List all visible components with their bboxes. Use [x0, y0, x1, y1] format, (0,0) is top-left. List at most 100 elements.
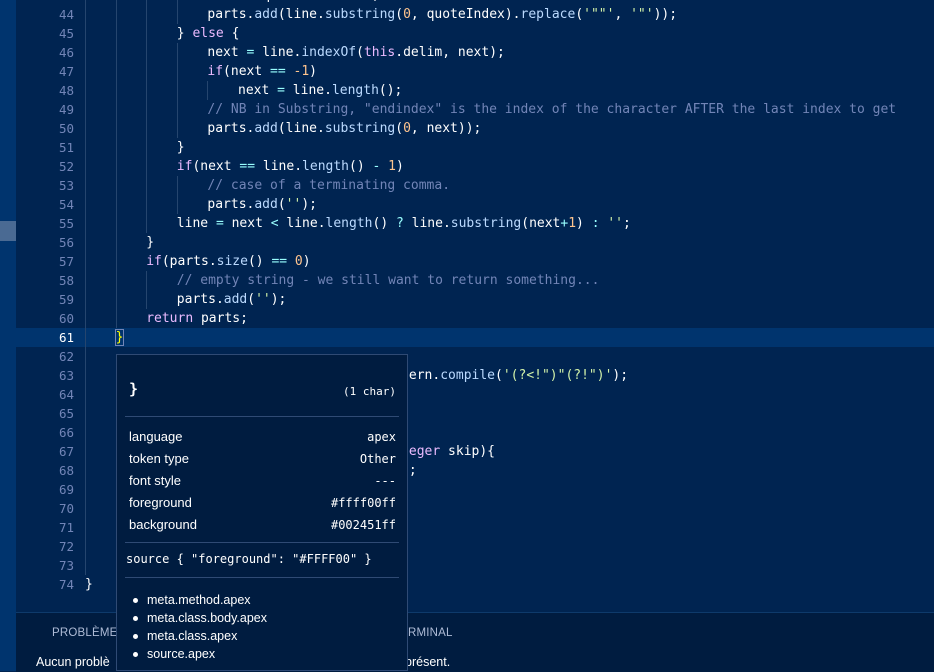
line-number: 52 [58, 159, 74, 174]
tab-terminal[interactable]: RMINAL [408, 627, 453, 639]
code-line[interactable]: 50 parts.add(line.substring(0, next)); [16, 119, 934, 138]
code-line[interactable]: 61} [16, 328, 934, 347]
line-number: 46 [58, 45, 74, 60]
indent-guide [207, 81, 209, 100]
indent-guide [115, 138, 117, 157]
indent-guide [146, 5, 148, 24]
code-text: next = line.length(); [238, 83, 403, 98]
indent-guide [85, 461, 86, 480]
indent-guide [146, 24, 148, 43]
indent-guide [85, 404, 86, 423]
code-line[interactable]: 45 } else { [16, 24, 934, 43]
indent-guide [85, 442, 86, 461]
indent-guide [115, 252, 117, 271]
tab-problems[interactable]: PROBLÈMES [52, 627, 125, 639]
inspected-token: } [129, 380, 139, 398]
code-line[interactable]: 54 parts.add(''); [16, 195, 934, 214]
line-number: 50 [58, 121, 74, 136]
indent-guide [176, 43, 178, 62]
indent-guide [85, 119, 86, 138]
indent-guide [85, 480, 86, 499]
label-foreground: foreground [129, 495, 192, 510]
label-font-style: font style [129, 473, 182, 488]
indent-guide [85, 385, 86, 404]
code-line[interactable]: 52 if(next == line.length() - 1) [16, 157, 934, 176]
scroll-marker[interactable] [0, 221, 16, 241]
indent-guide [146, 157, 148, 176]
code-line[interactable]: 53 // case of a terminating comma. [16, 176, 934, 195]
code-line[interactable]: 55 line = next < line.length() ? line.sub… [16, 214, 934, 233]
value-foreground: #ffff00ff [330, 496, 396, 510]
line-number: 48 [58, 83, 74, 98]
scope-item: meta.method.apex [133, 591, 267, 609]
indent-guide [176, 100, 178, 119]
code-text: } else { [176, 26, 240, 41]
indent-guide [146, 138, 148, 157]
label-background: background [129, 517, 197, 532]
code-text: } [146, 235, 155, 250]
code-text: // empty string - we still want to retur… [176, 273, 600, 288]
indent-guide [85, 252, 86, 271]
panel-status-left: Aucun problè [36, 655, 110, 669]
indent-guide [115, 119, 117, 138]
line-number: 67 [58, 444, 74, 459]
code-line[interactable]: 58 // empty string - we still want to ret… [16, 271, 934, 290]
line-number: 57 [58, 254, 74, 269]
code-text: // case of a terminating comma. [207, 178, 451, 193]
line-number: 60 [58, 311, 74, 326]
code-line[interactable]: 46 next = line.indexOf(this.delim, next); [16, 43, 934, 62]
code-text: if(parts.size() == 0) [146, 254, 311, 269]
scope-item: meta.class.body.apex [133, 611, 267, 625]
indent-guide [146, 271, 148, 290]
code-line[interactable]: 56} [16, 233, 934, 252]
indent-guide [115, 100, 117, 119]
indent-guide [146, 100, 148, 119]
indent-guide [115, 271, 117, 290]
code-text: // NB in Substring, "endindex" is the in… [207, 102, 897, 117]
indent-guide [85, 214, 86, 233]
activity-bar-edge [0, 0, 16, 671]
line-number: 55 [58, 216, 74, 231]
token-inspector-popup: } (1 char) language apex token type Othe… [116, 354, 408, 671]
scope-item: source.apex [133, 645, 267, 663]
indent-guide [115, 309, 117, 328]
indent-guide [85, 518, 86, 537]
indent-guide [146, 290, 148, 309]
indent-guide [85, 100, 86, 119]
code-line[interactable]: 57 if(parts.size() == 0) [16, 252, 934, 271]
indent-guide [146, 119, 148, 138]
line-number: 45 [58, 26, 74, 41]
indent-guide [115, 195, 117, 214]
line-number: 74 [58, 577, 74, 592]
code-line[interactable]: 60 return parts; [16, 309, 934, 328]
indent-guide [85, 176, 86, 195]
code-line[interactable]: 48 next = line.length(); [16, 81, 934, 100]
indent-guide [176, 176, 178, 195]
code-line[interactable]: 51} [16, 138, 934, 157]
indent-guide [115, 81, 117, 100]
line-number: 65 [58, 406, 74, 421]
code-text: parts.add(line.substring(0, next)); [207, 121, 482, 136]
indent-guide [115, 62, 117, 81]
code-line[interactable]: 49 // NB in Substring, "endindex" is the … [16, 100, 934, 119]
indent-guide [115, 5, 117, 24]
code-text: next = line.indexOf(this.delim, next); [207, 45, 505, 60]
indent-guide [146, 62, 148, 81]
panel-status-right: présent. [405, 655, 451, 669]
label-token-type: token type [129, 451, 189, 466]
code-text: } [85, 577, 93, 592]
code-text: if(next == -1) [207, 64, 317, 79]
line-number: 70 [58, 501, 74, 516]
code-line[interactable]: 47 if(next == -1) [16, 62, 934, 81]
line-number: 73 [58, 558, 74, 573]
code-line[interactable]: 59 parts.add(''); [16, 290, 934, 309]
indent-guide [115, 157, 117, 176]
code-line[interactable]: 44 parts.add(line.substring(0, quoteIndex… [16, 5, 934, 24]
indent-guide [85, 537, 86, 556]
indent-guide [85, 81, 86, 100]
indent-guide [146, 81, 148, 100]
code-text: } [176, 140, 185, 155]
line-number: 71 [58, 520, 74, 535]
indent-guide [115, 43, 117, 62]
code-text: } [114, 329, 125, 346]
